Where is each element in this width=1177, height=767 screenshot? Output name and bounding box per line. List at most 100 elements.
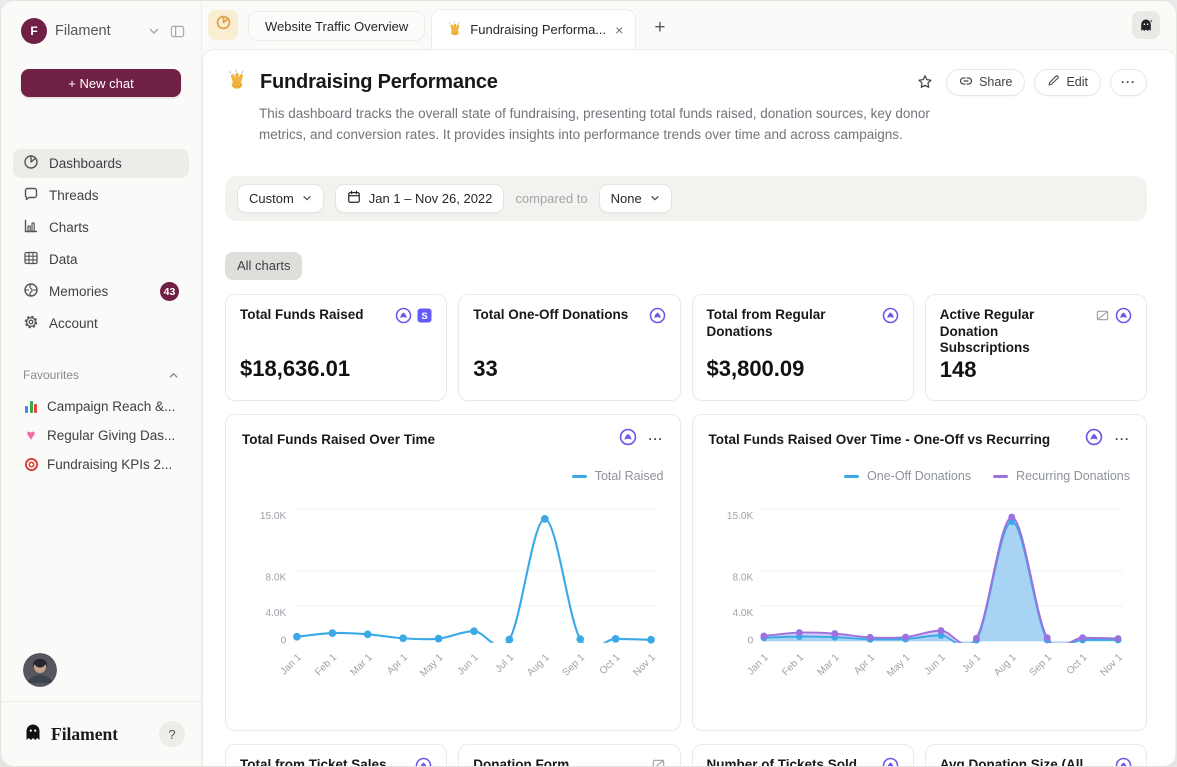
kpi-card-avg-donation-size[interactable]: Avg Donation Size (All	[925, 744, 1147, 766]
more-options-button[interactable]: ···	[1110, 69, 1147, 96]
source-circle-icon	[882, 307, 899, 329]
svg-text:0: 0	[747, 635, 753, 646]
help-button[interactable]: ?	[159, 721, 185, 747]
svg-text:Sep 1: Sep 1	[1027, 652, 1054, 679]
main-area: Website Traffic Overview Fundraising Per…	[202, 1, 1176, 766]
no-image-icon	[651, 757, 666, 766]
legend-entry[interactable]: One-Off Donations	[844, 469, 971, 483]
sidebar-item-account[interactable]: Account	[13, 309, 189, 338]
legend-entry[interactable]: Recurring Donations	[993, 469, 1130, 483]
chevron-down-icon	[302, 193, 312, 203]
sidebar-item-data[interactable]: Data	[13, 245, 189, 274]
favourite-star-icon[interactable]	[913, 74, 937, 90]
date-range-picker[interactable]: Jan 1 – Nov 26, 2022	[335, 184, 505, 213]
svg-text:8.0K: 8.0K	[732, 573, 753, 584]
svg-text:Nov 1: Nov 1	[631, 652, 658, 679]
tab-bar: Website Traffic Overview Fundraising Per…	[202, 1, 1176, 49]
gear-icon	[23, 314, 39, 333]
svg-text:S: S	[422, 311, 428, 322]
chevron-down-icon[interactable]	[148, 25, 160, 37]
sidebar-footer: Filament ?	[1, 702, 201, 766]
nav-label: Memories	[49, 284, 108, 299]
svg-text:Jul 1: Jul 1	[493, 652, 516, 675]
chart-card-total-funds-over-time[interactable]: Total Funds Raised Over Time ··· Total R…	[225, 414, 681, 731]
tab-label: Website Traffic Overview	[265, 19, 408, 34]
favourite-item-campaign-reach[interactable]: Campaign Reach &...	[13, 394, 189, 419]
svg-text:Mar 1: Mar 1	[349, 652, 375, 678]
svg-text:Apr 1: Apr 1	[385, 652, 410, 677]
kpi-title: Number of Tickets Sold	[707, 757, 876, 766]
workspace-name: Filament	[55, 23, 111, 39]
all-charts-chip[interactable]: All charts	[225, 252, 302, 280]
svg-text:May 1: May 1	[418, 652, 446, 680]
legend-entry[interactable]: Total Raised	[572, 469, 664, 483]
assistant-ghost-button[interactable]	[1132, 11, 1160, 39]
tab-website-traffic-overview[interactable]: Website Traffic Overview	[248, 11, 425, 41]
new-tab-button[interactable]: +	[654, 18, 665, 37]
edit-button[interactable]: Edit	[1034, 69, 1101, 96]
kpi-card-total-funds-raised[interactable]: Total Funds Raised S $18,636.01	[225, 294, 447, 401]
favourites-header: Favourites	[23, 368, 179, 382]
chart-card-one-off-vs-recurring[interactable]: Total Funds Raised Over Time - One-Off v…	[692, 414, 1148, 731]
kpi-card-donation-form-conversion[interactable]: Donation Form Conversion	[458, 744, 680, 766]
bottom-cards-row: Total from Ticket Sales Donation Form Co…	[225, 744, 1147, 766]
chat-bubble-icon	[23, 186, 39, 205]
chevron-up-icon[interactable]	[168, 370, 179, 381]
svg-text:15.0K: 15.0K	[260, 511, 287, 522]
new-chat-button[interactable]: + New chat	[21, 69, 181, 97]
nav-label: Threads	[49, 188, 99, 203]
table-icon	[23, 250, 39, 269]
filament-wordmark: Filament	[51, 724, 118, 745]
svg-text:Oct 1: Oct 1	[1064, 652, 1089, 677]
dashboard-header: Fundraising Performance Share Edit ···	[225, 68, 1147, 96]
kpi-card-active-subscriptions[interactable]: Active Regular Donation Subscriptions 14…	[925, 294, 1147, 401]
date-range-type-dropdown[interactable]: Custom	[237, 184, 324, 213]
edit-label: Edit	[1066, 75, 1088, 89]
nav-label: Dashboards	[49, 156, 122, 171]
source-circle-icon	[619, 428, 637, 451]
chart-more-icon[interactable]: ···	[649, 432, 664, 446]
collapse-sidebar-icon[interactable]	[170, 24, 185, 39]
favourite-item-regular-giving[interactable]: ♥ Regular Giving Das...	[13, 423, 189, 448]
bar-chart-emoji-icon	[23, 399, 39, 415]
stacked-area-chart[interactable]: 04.0K8.0K15.0KJan 1Feb 1Mar 1Apr 1May 1J…	[709, 487, 1131, 717]
kpi-title: Total from Ticket Sales	[240, 757, 409, 766]
chart-title: Total Funds Raised Over Time	[242, 432, 613, 447]
sidebar-item-charts[interactable]: Charts	[13, 213, 189, 242]
kpi-card-total-ticket-sales[interactable]: Total from Ticket Sales	[225, 744, 447, 766]
clap-icon	[446, 20, 463, 40]
kpi-row: Total Funds Raised S $18,636.01 Total On…	[225, 294, 1147, 401]
share-button[interactable]: Share	[946, 69, 1025, 96]
workspace-switcher[interactable]: F Filament	[1, 1, 201, 44]
svg-text:Jan 1: Jan 1	[745, 652, 771, 678]
user-avatar[interactable]	[23, 653, 57, 687]
svg-text:Jul 1: Jul 1	[960, 652, 983, 675]
sidebar-item-threads[interactable]: Threads	[13, 181, 189, 210]
source-circle-icon	[649, 307, 666, 329]
sidebar-item-memories[interactable]: Memories 43	[13, 277, 189, 306]
svg-text:Mar 1: Mar 1	[815, 652, 841, 678]
workspace-avatar[interactable]: F	[21, 18, 47, 44]
link-icon	[959, 74, 973, 91]
kpi-title: Total from Regular Donations	[707, 307, 876, 341]
svg-text:Jun 1: Jun 1	[456, 652, 482, 678]
close-tab-icon[interactable]: ×	[615, 22, 623, 38]
page-description: This dashboard tracks the overall state …	[259, 103, 951, 146]
no-image-icon	[1095, 308, 1110, 328]
kpi-card-total-regular-donations[interactable]: Total from Regular Donations $3,800.09	[692, 294, 914, 401]
favourite-item-fundraising-kpis[interactable]: Fundraising KPIs 2...	[13, 452, 189, 477]
svg-text:Apr 1: Apr 1	[852, 652, 877, 677]
kpi-card-total-one-off-donations[interactable]: Total One-Off Donations 33	[458, 294, 680, 401]
compare-dropdown[interactable]: None	[599, 184, 672, 213]
sidebar-item-dashboards[interactable]: Dashboards	[13, 149, 189, 178]
kpi-title: Active Regular Donation Subscriptions	[940, 307, 1089, 358]
tab-fundraising-performance[interactable]: Fundraising Performa... ×	[431, 9, 636, 49]
chart-more-icon[interactable]: ···	[1115, 432, 1130, 446]
memories-count-badge: 43	[160, 282, 179, 301]
kpi-card-number-tickets-sold[interactable]: Number of Tickets Sold	[692, 744, 914, 766]
svg-text:May 1: May 1	[885, 652, 913, 680]
svg-text:Jun 1: Jun 1	[922, 652, 948, 678]
home-dashboards-button[interactable]	[208, 10, 238, 40]
line-chart[interactable]: 04.0K8.0K15.0KJan 1Feb 1Mar 1Apr 1May 1J…	[242, 487, 664, 717]
more-dots-icon: ···	[1121, 75, 1136, 89]
